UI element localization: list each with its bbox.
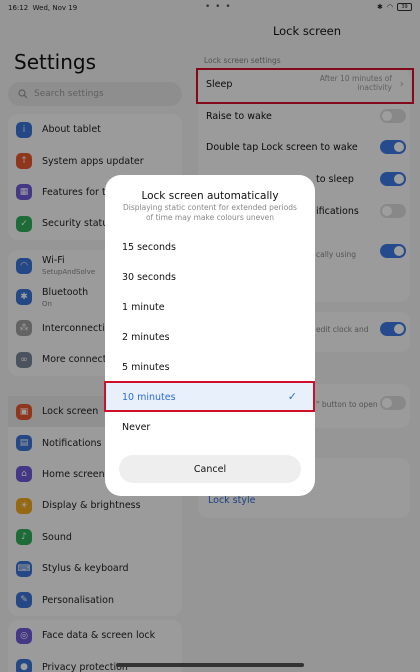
option-2-minutes[interactable]: 2 minutes — [105, 322, 315, 352]
option-30-seconds[interactable]: 30 seconds — [105, 262, 315, 292]
option-5-minutes[interactable]: 5 minutes — [105, 352, 315, 382]
dialog-subtitle: Displaying static content for extended p… — [123, 203, 297, 222]
cancel-button[interactable]: Cancel — [119, 455, 301, 483]
gesture-bar[interactable] — [116, 663, 304, 667]
option-15-seconds[interactable]: 15 seconds — [105, 232, 315, 262]
dialog-title: Lock screen automatically — [141, 190, 279, 202]
lock-screen-timeout-dialog: Lock screen automatically Displaying sta… — [105, 175, 315, 496]
option-never[interactable]: Never — [105, 412, 315, 442]
selected-option-highlight-box — [104, 381, 315, 412]
option-1-minute[interactable]: 1 minute — [105, 292, 315, 322]
